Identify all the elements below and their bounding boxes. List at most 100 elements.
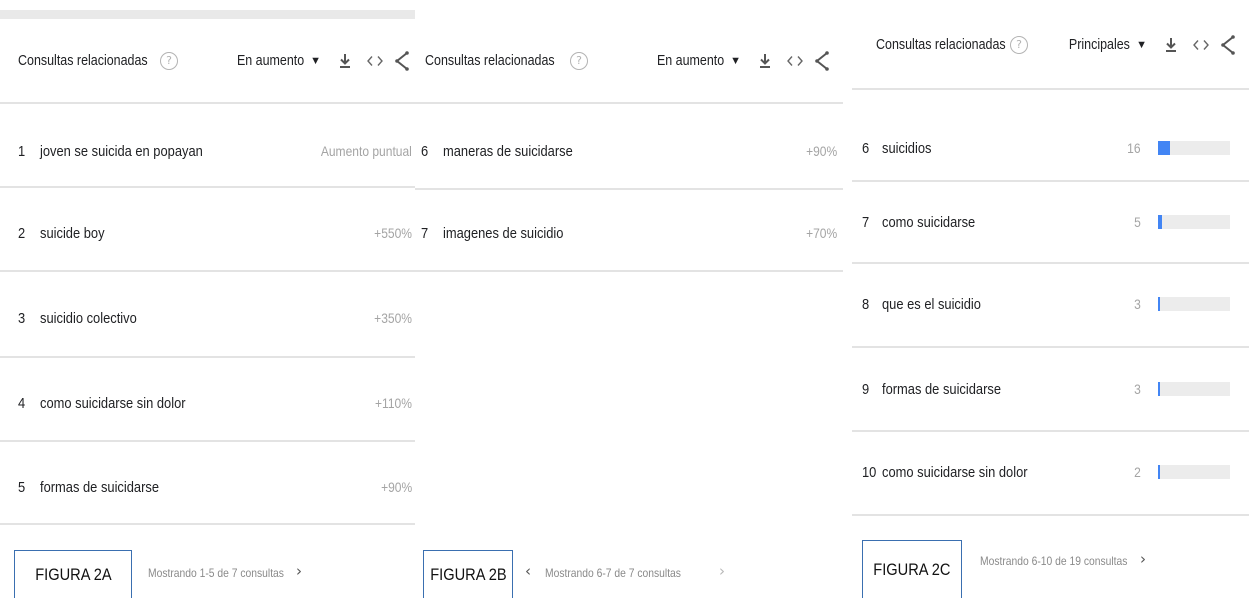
header-controls: En aumento ▼	[226, 44, 409, 78]
query-text[interactable]: formas de suicidarse	[40, 479, 159, 496]
chevron-right-icon[interactable]: ›	[719, 562, 725, 580]
panel-title: Consultas relacionadas	[876, 37, 1006, 53]
chevron-down-icon[interactable]: ▼	[310, 55, 321, 67]
share-icon[interactable]	[395, 51, 409, 71]
interest-value: 3	[1134, 296, 1141, 312]
divider	[852, 180, 1249, 182]
embed-icon[interactable]	[367, 55, 383, 67]
list-item[interactable]: 8 que es el suicidio 3	[852, 290, 1249, 318]
sort-select[interactable]: En aumento	[657, 53, 724, 69]
list-item[interactable]: 7 imagenes de suicidio +70%	[415, 219, 843, 247]
list-item[interactable]: 6 maneras de suicidarse +90%	[415, 137, 843, 165]
rank-number: 5	[18, 478, 26, 496]
sort-select[interactable]: Principales	[1069, 37, 1130, 53]
divider	[415, 102, 843, 104]
help-icon[interactable]: ?	[1010, 36, 1028, 54]
rank-number: 8	[862, 295, 870, 313]
list-item[interactable]: 2 suicide boy +550%	[0, 219, 415, 247]
related-queries-panel-a: Consultas relacionadas ? En aumento ▼ 1 …	[0, 0, 415, 598]
interest-bar	[1158, 297, 1230, 311]
interest-value: 2	[1134, 464, 1141, 480]
rank-number: 4	[18, 394, 26, 412]
share-icon[interactable]	[815, 51, 829, 71]
list-item[interactable]: 10 como suicidarse sin dolor 2	[852, 458, 1249, 486]
list-item[interactable]: 1 joven se suicida en popayan Aumento pu…	[0, 137, 415, 165]
embed-icon[interactable]	[1193, 39, 1209, 51]
rank-number: 2	[18, 224, 26, 242]
download-icon[interactable]	[759, 53, 771, 69]
interest-bar	[1158, 141, 1230, 155]
query-text[interactable]: maneras de suicidarse	[443, 143, 573, 160]
list-item[interactable]: 6 suicidios 16	[852, 134, 1249, 162]
divider	[0, 102, 415, 104]
query-text[interactable]: que es el suicidio	[882, 296, 981, 313]
chevron-left-icon[interactable]: ‹	[525, 562, 531, 580]
header-controls: En aumento ▼	[646, 44, 829, 78]
download-icon[interactable]	[1165, 37, 1177, 53]
figure-label: FIGURA 2A	[34, 564, 112, 584]
interest-bar-fill	[1158, 215, 1162, 229]
top-divider	[0, 10, 415, 19]
interest-bar-fill	[1158, 465, 1160, 479]
header-controls: Principales ▼	[1059, 28, 1235, 62]
pagination-footer: FIGURA 2A Mostrando 1-5 de 7 consultas ›	[0, 550, 415, 598]
query-text[interactable]: suicide boy	[40, 225, 105, 242]
divider	[0, 356, 415, 358]
query-text[interactable]: como suicidarse sin dolor	[882, 464, 1028, 481]
query-text[interactable]: formas de suicidarse	[882, 381, 1001, 398]
pagination-footer: FIGURA 2B ‹ Mostrando 6-7 de 7 consultas…	[415, 550, 843, 598]
related-queries-panel-c: Consultas relacionadas ? Principales ▼ 6…	[852, 0, 1249, 598]
chevron-right-icon[interactable]: ›	[296, 562, 302, 580]
figure-label: FIGURA 2B	[429, 564, 507, 584]
divider	[0, 270, 415, 272]
divider	[0, 186, 415, 188]
interest-value: 16	[1127, 140, 1141, 156]
share-icon[interactable]	[1221, 35, 1235, 55]
download-icon[interactable]	[339, 53, 351, 69]
chevron-down-icon[interactable]: ▼	[1136, 39, 1147, 51]
figure-label: FIGURA 2C	[873, 559, 951, 579]
interest-bar	[1158, 215, 1230, 229]
divider	[852, 262, 1249, 264]
query-text[interactable]: joven se suicida en popayan	[40, 143, 203, 160]
chevron-down-icon[interactable]: ▼	[730, 55, 741, 67]
list-item[interactable]: 7 como suicidarse 5	[852, 208, 1249, 236]
change-value: Aumento puntual	[320, 143, 412, 159]
figure-label-box: FIGURA 2B	[423, 550, 513, 598]
help-icon[interactable]: ?	[570, 52, 588, 70]
panel-title: Consultas relacionadas	[18, 53, 148, 69]
sort-select[interactable]: En aumento	[237, 53, 304, 69]
query-text[interactable]: imagenes de suicidio	[443, 225, 563, 242]
interest-bar-fill	[1158, 297, 1160, 311]
rank-number: 6	[421, 142, 429, 160]
pagination-text: Mostrando 6-10 de 19 consultas	[980, 554, 1128, 568]
panel-header: Consultas relacionadas ? En aumento ▼	[415, 44, 843, 78]
interest-bar	[1158, 382, 1230, 396]
change-value: +350%	[374, 310, 412, 326]
divider	[415, 270, 843, 272]
divider	[852, 346, 1249, 348]
rank-number: 3	[18, 309, 26, 327]
pagination-footer: FIGURA 2C Mostrando 6-10 de 19 consultas…	[852, 540, 1249, 598]
query-text[interactable]: como suicidarse sin dolor	[40, 395, 186, 412]
divider	[852, 514, 1249, 516]
interest-value: 5	[1134, 214, 1141, 230]
interest-bar-fill	[1158, 382, 1160, 396]
related-queries-panel-b: Consultas relacionadas ? En aumento ▼ 6 …	[415, 0, 843, 598]
help-icon[interactable]: ?	[160, 52, 178, 70]
query-text[interactable]: como suicidarse	[882, 214, 975, 231]
query-text[interactable]: suicidio colectivo	[40, 310, 137, 327]
divider	[415, 188, 843, 190]
change-value: +70%	[805, 225, 837, 241]
query-text[interactable]: suicidios	[882, 140, 931, 157]
list-item[interactable]: 3 suicidio colectivo +350%	[0, 304, 415, 332]
list-item[interactable]: 9 formas de suicidarse 3	[852, 375, 1249, 403]
divider	[852, 430, 1249, 432]
panel-header: Consultas relacionadas ? En aumento ▼	[0, 44, 415, 78]
embed-icon[interactable]	[787, 55, 803, 67]
list-item[interactable]: 5 formas de suicidarse +90%	[0, 473, 415, 501]
chevron-right-icon[interactable]: ›	[1140, 550, 1146, 568]
list-item[interactable]: 4 como suicidarse sin dolor +110%	[0, 389, 415, 417]
pagination-text: Mostrando 1-5 de 7 consultas	[148, 566, 284, 580]
rank-number: 7	[862, 213, 870, 231]
